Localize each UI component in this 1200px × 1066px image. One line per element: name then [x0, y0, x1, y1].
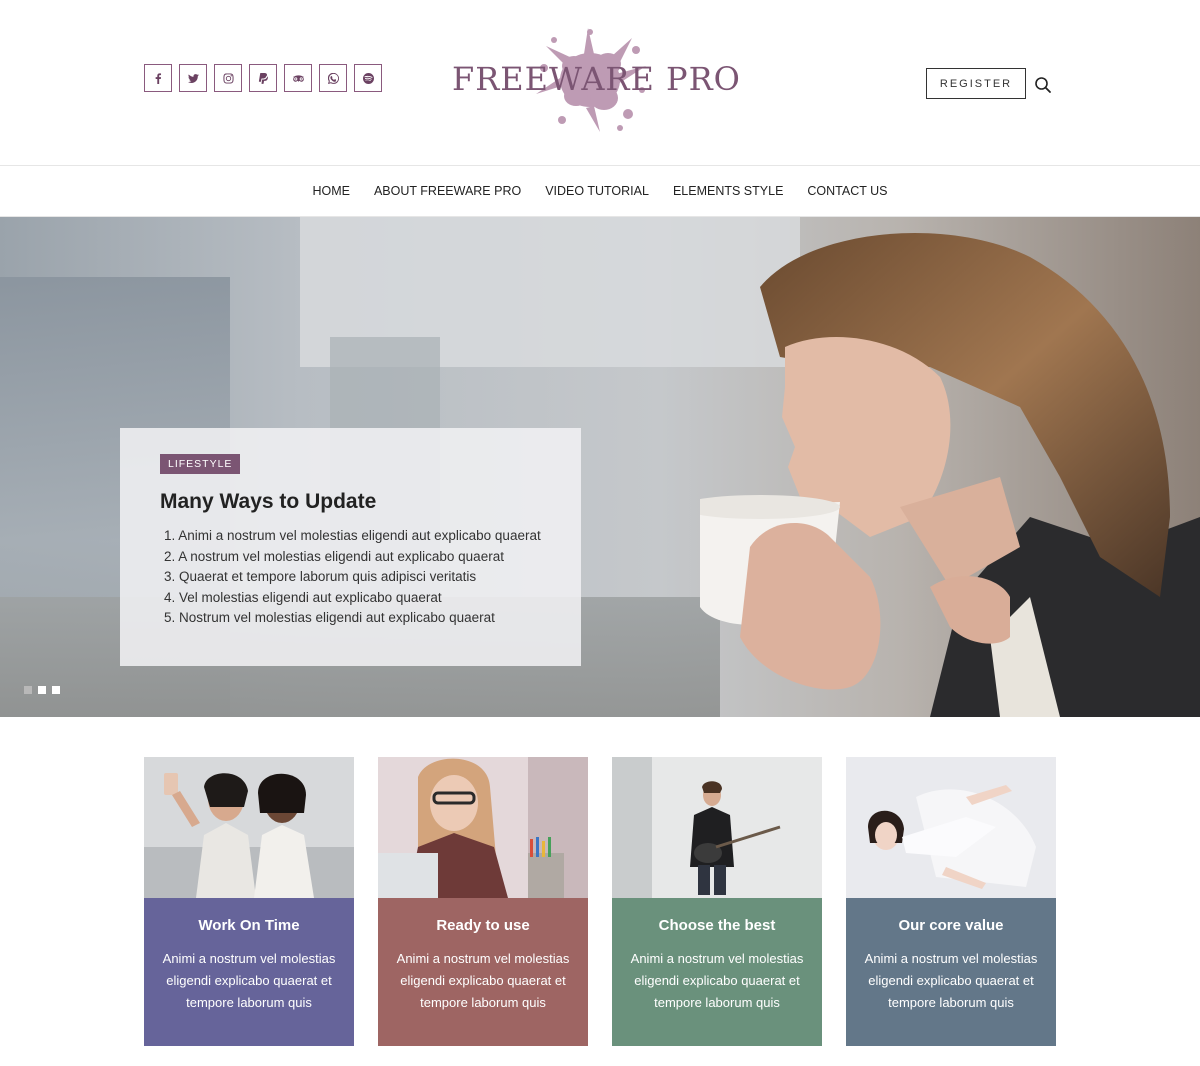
hero-list: 1. Animi a nostrum vel molestias eligend… [164, 526, 541, 629]
spotify-icon[interactable] [354, 64, 382, 92]
card-description: Animi a nostrum vel molestias eligendi e… [162, 951, 336, 1010]
card-title: Work On Time [198, 917, 300, 934]
list-item: 3. Quaerat et tempore laborum quis adipi… [164, 569, 477, 585]
twitter-icon[interactable] [179, 64, 207, 92]
card-photo-guitarist [612, 757, 822, 898]
whatsapp-icon[interactable] [319, 64, 347, 92]
feature-card-ready-to-use[interactable]: Ready to use Animi a nostrum vel molesti… [378, 757, 588, 1046]
card-body: Ready to use Animi a nostrum vel molesti… [378, 898, 588, 1046]
feature-card-choose-the-best[interactable]: Choose the best Animi a nostrum vel mole… [612, 757, 822, 1046]
card-title: Choose the best [658, 917, 776, 934]
instagram-icon[interactable] [214, 64, 242, 92]
category-badge[interactable]: LIFESTYLE [160, 454, 241, 474]
nav-item-home[interactable]: HOME [312, 184, 350, 198]
list-item: 1. Animi a nostrum vel molestias eligend… [164, 528, 541, 543]
nav-item-video-tutorial[interactable]: VIDEO TUTORIAL [545, 184, 649, 198]
paypal-icon[interactable] [249, 64, 277, 92]
card-title: Our core value [898, 917, 1004, 934]
feature-card-work-on-time[interactable]: Work On Time Animi a nostrum vel molesti… [144, 757, 354, 1046]
card-description: Animi a nostrum vel molestias eligendi e… [396, 951, 570, 1010]
slider-dot[interactable] [24, 686, 32, 694]
card-description: Animi a nostrum vel molestias eligendi e… [864, 951, 1038, 1010]
search-icon[interactable] [1034, 76, 1052, 94]
list-item: 4. Vel molestias eligendi aut explicabo … [164, 589, 442, 605]
slider-dot[interactable] [52, 686, 60, 694]
nav-item-about[interactable]: ABOUT FREEWARE PRO [374, 184, 521, 198]
nav-item-contact[interactable]: CONTACT US [807, 184, 887, 198]
hero-caption: LIFESTYLE Many Ways to Update 1. Animi a… [120, 428, 581, 666]
list-item: 2. A nostrum vel molestias eligendi aut … [164, 548, 504, 564]
slider-dot[interactable] [38, 686, 46, 694]
card-title: Ready to use [436, 917, 530, 934]
card-photo-women-selfie [144, 757, 354, 898]
card-body: Our core value Animi a nostrum vel moles… [846, 898, 1056, 1046]
list-item: 5. Nostrum vel molestias eligendi aut ex… [164, 610, 495, 626]
hero-title[interactable]: Many Ways to Update [160, 490, 376, 514]
nav-item-elements-style[interactable]: ELEMENTS STYLE [673, 184, 783, 198]
main-navigation: HOME ABOUT FREEWARE PRO VIDEO TUTORIAL E… [0, 165, 1200, 217]
card-description: Animi a nostrum vel molestias eligendi e… [630, 951, 804, 1010]
site-header: FREEWARE PRO REGISTER [0, 0, 1200, 165]
register-button[interactable]: REGISTER [926, 68, 1026, 99]
social-links [144, 64, 382, 92]
tripadvisor-icon[interactable] [284, 64, 312, 92]
hero-photo-woman-drinking-coffee [700, 233, 1200, 717]
logo-text: FREEWARE PRO [452, 60, 741, 98]
card-body: Choose the best Animi a nostrum vel mole… [612, 898, 822, 1046]
slider-dots [24, 686, 60, 694]
feature-card-our-core-value[interactable]: Our core value Animi a nostrum vel moles… [846, 757, 1056, 1046]
card-body: Work On Time Animi a nostrum vel molesti… [144, 898, 354, 1046]
card-photo-bride [846, 757, 1056, 898]
card-photo-woman-studying [378, 757, 588, 898]
site-logo[interactable]: FREEWARE PRO [452, 24, 742, 136]
facebook-icon[interactable] [144, 64, 172, 92]
